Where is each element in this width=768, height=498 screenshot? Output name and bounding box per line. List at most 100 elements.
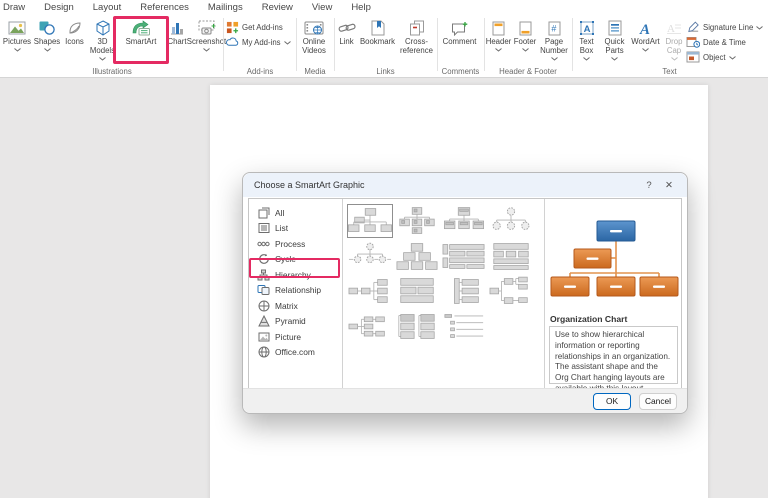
gallery-item-hierarchy[interactable] [394,239,440,273]
gallery-item-horizontal-organization-chart[interactable] [347,274,393,308]
models3d-icon [95,18,111,38]
ribbon-button-my-add-ins[interactable]: My Add-ins [225,36,291,48]
list-category-icon [257,222,270,234]
ribbon-button-pictures[interactable]: Pictures [2,16,32,52]
gallery-item-picture-organization-chart[interactable] [394,204,440,238]
group-label-comments: Comments [438,67,483,76]
ribbon-button-quick-parts[interactable]: Quick Parts [600,16,629,61]
menu-tab-layout[interactable]: Layout [93,2,122,13]
category-hierarchy[interactable]: Hierarchy [249,267,342,282]
category-relationship[interactable]: Relationship [249,283,342,298]
category-picture[interactable]: Picture [249,329,342,344]
menu-tab-references[interactable]: References [140,2,189,13]
group-label-links: Links [335,67,436,76]
dropdown-chevron-icon [44,48,51,52]
quickparts-icon [608,18,622,38]
ok-button[interactable]: OK [593,393,631,410]
organization-chart-preview [545,205,681,310]
dropdown-chevron-icon [14,48,21,52]
gallery-item-circle-picture-hierarchy[interactable] [347,239,393,273]
matrix-category-icon [257,300,270,312]
category-list[interactable]: List [249,221,342,236]
gallery-item-half-circle-organization-chart[interactable] [488,204,534,238]
ribbon-button-date-time[interactable]: Date & Time [686,36,763,48]
menu-tab-review[interactable]: Review [262,2,293,13]
dialog-close-button[interactable]: ✕ [659,180,679,191]
ribbon-button-link[interactable]: Link [335,16,358,47]
group-label-header-footer: Header & Footer [485,67,571,76]
cancel-button[interactable]: Cancel [639,393,677,410]
layout-preview-panel: Organization Chart Use to show hierarchi… [545,199,681,388]
screenshot-icon [198,18,216,38]
gallery-item-labeled-hierarchy[interactable] [441,239,487,273]
gallery-item-lined-list[interactable] [441,309,487,343]
ribbon-button-get-add-ins[interactable]: Get Add-ins [225,21,291,33]
gallery-item-horizontal-labeled-hierarchy[interactable] [347,309,393,343]
ribbon-button-signature-line[interactable]: Signature Line [686,21,763,33]
menu-tab-design[interactable]: Design [44,2,74,13]
dropdown-chevron-icon [522,48,529,52]
dropcap-icon: A [666,18,682,38]
category-cycle[interactable]: Cycle [249,252,342,267]
dropdown-chevron-icon [671,57,678,61]
gallery-item-table-hierarchy[interactable] [488,239,534,273]
menu-tab-draw[interactable]: Draw [3,2,25,13]
cycle-category-icon [257,253,270,265]
dropdown-chevron-icon [611,57,618,61]
gallery-item-horizontal-multi-level-hierarchy[interactable] [441,274,487,308]
ribbon-button-smartart[interactable]: SmartArt [118,16,164,47]
dropdown-chevron-icon [203,48,210,52]
group-label-media: Media [297,67,333,76]
dropdown-chevron-icon [99,57,106,61]
ribbon-button-wordart[interactable]: AWordArt [629,16,662,52]
category-office-com[interactable]: Office.com [249,345,342,360]
group-label-text: Text [573,67,766,76]
officecom-category-icon [257,346,270,358]
picture-category-icon [257,331,270,343]
gallery-item-architecture-layout[interactable] [394,274,440,308]
gallery-item-grouped-list[interactable] [394,309,440,343]
dropdown-chevron-icon [729,56,736,60]
menu-tab-view[interactable]: View [312,2,332,13]
category-process[interactable]: Process [249,236,342,251]
dialog-content: AllListProcessCycleHierarchyRelationship… [248,198,682,389]
gallery-item-organization-chart[interactable] [347,204,393,238]
menu-tab-mailings[interactable]: Mailings [208,2,243,13]
ribbon-button-footer[interactable]: Footer [512,16,538,52]
category-all[interactable]: All [249,205,342,220]
footer-icon [519,18,532,38]
gallery-item-name-and-title-organization-chart[interactable] [441,204,487,238]
icons-icon [67,18,83,38]
dialog-footer: OK Cancel [243,388,687,413]
ribbon-button-text-box[interactable]: AText Box [573,16,600,61]
ribbon-button-comment[interactable]: Comment [438,16,481,47]
ribbon-tab-bar: Draw Design Layout References Mailings Review… [0,0,768,15]
datetime-icon [686,36,700,48]
ribbon-button-page-number[interactable]: #Page Number [538,16,570,61]
ribbon-button-screenshot[interactable]: Screenshot [190,16,223,52]
bookmark-icon [371,18,385,38]
gallery-item-horizontal-hierarchy[interactable] [488,274,534,308]
ribbon-button-online-videos[interactable]: Online Videos [297,16,331,56]
svg-text:#: # [551,23,556,33]
ribbon-button-icons[interactable]: Icons [62,16,87,47]
relationship-category-icon [257,284,270,296]
ribbon-button-shapes[interactable]: Shapes [32,16,62,52]
dialog-help-button[interactable]: ? [639,180,659,191]
ribbon-button-header[interactable]: Header [485,16,512,52]
wordart-icon: A [638,18,654,38]
ribbon-button-bookmark[interactable]: Bookmark [358,16,397,47]
getaddins-icon [225,21,239,34]
dialog-title-bar[interactable]: Choose a SmartArt Graphic ? ✕ [243,173,687,197]
pyramid-category-icon [257,315,270,327]
menu-tab-help[interactable]: Help [351,2,371,13]
ribbon-button-cross-reference[interactable]: Cross- reference [397,16,436,56]
ribbon-button-object[interactable]: Object [686,51,763,63]
category-matrix[interactable]: Matrix [249,298,342,313]
ribbon-button-3d-models[interactable]: 3D Models [87,16,118,61]
category-pyramid[interactable]: Pyramid [249,314,342,329]
signature-icon [686,21,700,33]
myaddins-icon [225,37,239,47]
category-list: AllListProcessCycleHierarchyRelationship… [249,199,343,388]
pictures-icon [8,18,26,38]
